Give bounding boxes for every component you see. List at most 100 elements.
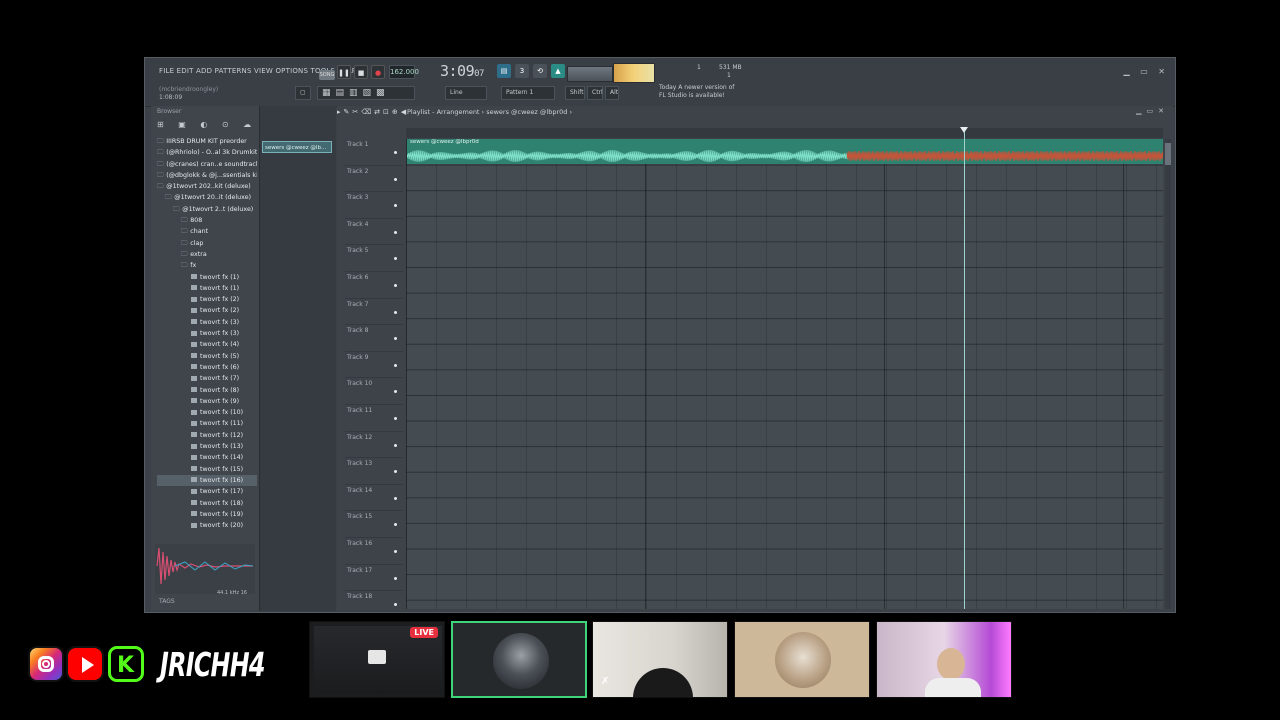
track-mute-dot[interactable] <box>394 310 397 314</box>
browser-file[interactable]: twovrt fx (19) <box>157 509 257 520</box>
pattern-song-icon[interactable]: ▤ <box>497 64 511 78</box>
playhead[interactable] <box>964 132 965 609</box>
browser-folder[interactable]: 🗀 808 <box>157 215 257 226</box>
track-header[interactable]: Track 5 <box>345 245 403 272</box>
shift-key[interactable]: Shift <box>565 86 585 100</box>
track-mute-dot[interactable] <box>394 443 397 447</box>
track-header[interactable]: Track 6 <box>345 272 403 299</box>
track-header[interactable]: Track 7 <box>345 299 403 326</box>
browser-folder[interactable]: 🗀 @1twovrt 2..t (deluxe) <box>157 204 257 215</box>
browser-folder[interactable]: 🗀 @1twovrt 20..it (deluxe) <box>157 192 257 203</box>
browser-file[interactable]: twovrt fx (3) <box>157 317 257 328</box>
track-mute-dot[interactable] <box>394 337 397 341</box>
track-header[interactable]: Track 14 <box>345 485 403 512</box>
track-header[interactable]: Track 11 <box>345 405 403 432</box>
timeline-ruler[interactable] <box>406 128 1163 138</box>
browser-file[interactable]: twovrt fx (14) <box>157 452 257 463</box>
browser-file[interactable]: twovrt fx (12) <box>157 430 257 441</box>
snap-toggle[interactable]: ▢ <box>295 86 311 100</box>
update-news[interactable]: Today A newer version of FL Studio is av… <box>659 84 734 100</box>
browser-file[interactable]: twovrt fx (3) <box>157 328 257 339</box>
tags-label[interactable]: TAGS <box>159 598 175 605</box>
track-header[interactable]: Track 3 <box>345 192 403 219</box>
track-mute-dot[interactable] <box>394 603 397 607</box>
tool-icons[interactable]: ▦▤▥▧▩ <box>317 86 415 100</box>
browser-file[interactable]: twovrt fx (8) <box>157 385 257 396</box>
track-mute-dot[interactable] <box>394 283 397 287</box>
browser-file[interactable]: twovrt fx (18) <box>157 498 257 509</box>
track-mute-dot[interactable] <box>394 151 397 154</box>
browser-file[interactable]: twovrt fx (2) <box>157 305 257 316</box>
participant-tile-3[interactable] <box>734 621 870 698</box>
ctrl-key[interactable]: Ctrl <box>587 86 603 100</box>
browser-folder[interactable]: 🗀 (@Rhriolo) - O..al 3k Drumkit <box>157 147 257 158</box>
screen-share-tile[interactable]: LIVE <box>309 621 445 698</box>
browser-file[interactable]: twovrt fx (15) <box>157 464 257 475</box>
track-mute-dot[interactable] <box>394 204 397 208</box>
playlist-tools[interactable]: ▸✎✂⌫⇄⊡⊕◀ <box>337 108 409 116</box>
alt-key[interactable]: Alt <box>605 86 619 100</box>
record-button[interactable]: ● <box>371 65 385 79</box>
browser-folder[interactable]: 🗀 (@cranes) cran..e soundtrack <box>157 159 257 170</box>
step-icon[interactable]: 3 <box>515 64 529 78</box>
browser-file[interactable]: twovrt fx (20) <box>157 520 257 531</box>
track-mute-dot[interactable] <box>394 496 397 500</box>
track-header[interactable]: Track 8 <box>345 325 403 352</box>
browser-folder[interactable]: 🗀 extra <box>157 249 257 260</box>
track-header[interactable]: Track 12 <box>345 432 403 459</box>
browser-file[interactable]: twovrt fx (1) <box>157 272 257 283</box>
browser-folder[interactable]: 🗀 chant <box>157 226 257 237</box>
browser-file[interactable]: twovrt fx (5) <box>157 351 257 362</box>
pattern-clip-chip[interactable]: sewers @cweez @lb... <box>262 141 332 153</box>
track-header[interactable]: Track 17 <box>345 565 403 592</box>
browser-file[interactable]: twovrt fx (7) <box>157 373 257 384</box>
track-header[interactable]: Track 18 <box>345 591 403 612</box>
track-header[interactable]: Track 1 <box>345 139 403 166</box>
vertical-scrollbar[interactable] <box>1165 139 1171 609</box>
audio-clip[interactable]: sewers @cweez @lbpr0d <box>407 139 1163 164</box>
snap-selector[interactable]: Line <box>445 86 487 100</box>
song-mode-toggle[interactable]: SONG <box>319 70 335 80</box>
browser-folder[interactable]: 🗀 @1twovrt 202..kit (deluxe) <box>157 181 257 192</box>
track-header[interactable]: Track 15 <box>345 511 403 538</box>
browser-file[interactable]: twovrt fx (17) <box>157 486 257 497</box>
track-mute-dot[interactable] <box>394 390 397 394</box>
track-mute-dot[interactable] <box>394 363 397 367</box>
participant-tile-1[interactable] <box>451 621 587 698</box>
browser-file[interactable]: twovrt fx (2) <box>157 294 257 305</box>
participant-tile-4[interactable] <box>876 621 1012 698</box>
tempo-display[interactable]: 162.000 <box>389 65 419 79</box>
browser-folder[interactable]: 🗀 IIIRSB DRUM KIT preorder <box>157 136 257 147</box>
track-mute-dot[interactable] <box>394 470 397 474</box>
browser-file[interactable]: twovrt fx (4) <box>157 339 257 350</box>
loop-icon[interactable]: ⟲ <box>533 64 547 78</box>
metronome-icon[interactable]: ▲ <box>551 64 565 78</box>
browser-folder[interactable]: 🗀 fx <box>157 260 257 271</box>
pause-button[interactable]: ❚❚ <box>337 65 351 79</box>
track-mute-dot[interactable] <box>394 230 397 234</box>
arrangement-grid[interactable] <box>406 139 1163 609</box>
track-mute-dot[interactable] <box>394 576 397 580</box>
browser-folder[interactable]: 🗀 (@dbglokk & @j...ssentials kit <box>157 170 257 181</box>
browser-file[interactable]: twovrt fx (9) <box>157 396 257 407</box>
track-mute-dot[interactable] <box>394 523 397 527</box>
track-header[interactable]: Track 4 <box>345 219 403 246</box>
window-controls[interactable]: ▁ ▭ ✕ <box>1124 67 1170 76</box>
browser-folder[interactable]: 🗀 clap <box>157 238 257 249</box>
track-mute-dot[interactable] <box>394 257 397 261</box>
browser-file[interactable]: twovrt fx (1) <box>157 283 257 294</box>
track-mute-dot[interactable] <box>394 549 397 553</box>
browser-file[interactable]: twovrt fx (13) <box>157 441 257 452</box>
pattern-selector[interactable]: Pattern 1 <box>501 86 555 100</box>
scroll-thumb[interactable] <box>1165 143 1171 165</box>
track-header[interactable]: Track 9 <box>345 352 403 379</box>
participant-tile-2[interactable]: ✗ <box>592 621 728 698</box>
stop-button[interactable]: ■ <box>354 65 368 79</box>
track-mute-dot[interactable] <box>394 177 397 181</box>
browser-file[interactable]: twovrt fx (16) <box>157 474 257 487</box>
track-header[interactable]: Track 13 <box>345 458 403 485</box>
playlist-window-controls[interactable]: ▁▭✕ <box>1136 107 1169 115</box>
track-mute-dot[interactable] <box>394 416 397 420</box>
browser-file[interactable]: twovrt fx (10) <box>157 407 257 418</box>
browser-file[interactable]: twovrt fx (11) <box>157 418 257 429</box>
